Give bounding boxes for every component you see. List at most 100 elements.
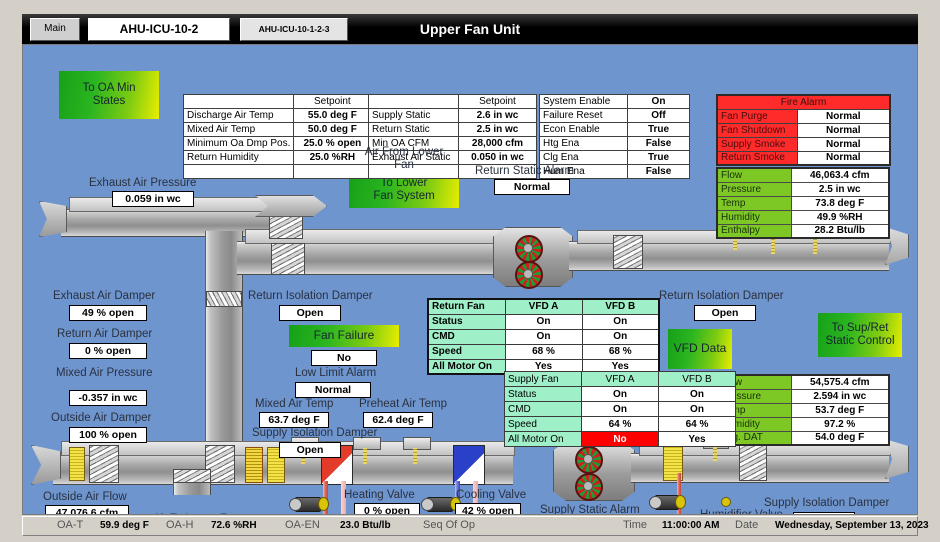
sp2-name-1: Return Static	[369, 123, 459, 137]
exhaust-air-pressure-value[interactable]: 0.059 in wc	[112, 191, 194, 207]
sp2-value-0[interactable]: 2.6 in wc	[459, 109, 537, 123]
table-row: Status On On	[505, 387, 736, 402]
flag-value-1[interactable]: Off	[628, 109, 690, 123]
to-lower-fan-system-label: To Lower Fan System	[373, 177, 434, 203]
sp2-value-1[interactable]: 2.5 in wc	[459, 123, 537, 137]
status-oah-label: OA-H	[166, 519, 194, 531]
outside-air-flow-value[interactable]: 47,076.6 cfm	[45, 505, 129, 515]
table-row: System Enable On	[540, 95, 690, 109]
mixed-air-temp-label: Mixed Air Temp	[255, 398, 333, 410]
rfan-col-a: VFD A	[505, 299, 582, 314]
supply-isolation-damper-label-right: Supply Isolation Damper	[764, 497, 889, 509]
mixed-air-pressure-value[interactable]: -0.357 in wc	[69, 390, 147, 406]
supply-probe-1	[713, 447, 717, 461]
flag-value-3[interactable]: False	[628, 137, 690, 151]
outside-air-damper-graphic	[89, 445, 119, 483]
table-row: Supply Smoke Normal	[717, 137, 890, 151]
status-seq-of-op-label[interactable]: Seq Of Op	[423, 519, 475, 531]
exhaust-air-damper-value[interactable]: 49 % open	[69, 305, 147, 321]
status-date-label: Date	[735, 519, 758, 531]
sm-value-3: 97.2 %	[791, 417, 889, 431]
to-sup-ret-static-control-button[interactable]: To Sup/Ret Static Control	[818, 313, 902, 357]
rm-name-3: Humidity	[717, 210, 791, 224]
table-row: Return Static 2.5 in wc	[369, 123, 537, 137]
tab-main[interactable]: Main	[30, 18, 80, 41]
sfan-name-2: Speed	[505, 417, 582, 432]
to-oa-min-states-button[interactable]: To OA Min States	[59, 71, 159, 119]
fan-failure-value[interactable]: No	[311, 350, 377, 366]
outside-air-damper-label: Outside Air Damper	[51, 412, 151, 424]
humidifier-valve-knob	[675, 495, 686, 509]
fire-name-2: Supply Smoke	[717, 137, 797, 151]
table-row: Temp 53.7 deg F	[717, 403, 889, 417]
fire-name-3: Return Smoke	[717, 151, 797, 165]
sfan-name-3: All Motor On	[505, 432, 582, 447]
outside-air-flow-label: Outside Air Flow	[43, 491, 127, 503]
fan-failure-button[interactable]: Fan Failure	[289, 325, 399, 347]
return-isolation-damper-label-right: Return Isolation Damper	[659, 290, 784, 302]
supply-isolation-damper-value-left[interactable]: Open	[279, 442, 341, 458]
table-row: Discharge Air Temp 55.0 deg F	[184, 109, 371, 123]
rfan-b-1: On	[582, 329, 659, 344]
sp1-name-1: Mixed Air Temp	[184, 123, 294, 137]
sp2-value-3[interactable]: 0.050 in wc	[459, 151, 537, 165]
sm-value-2: 53.7 deg F	[791, 403, 889, 417]
fire-name-1: Fan Shutdown	[717, 123, 797, 137]
outside-air-hood	[31, 445, 61, 485]
exhaust-air-pressure-label: Exhaust Air Pressure	[89, 177, 196, 189]
rfan-a-0: On	[505, 314, 582, 329]
table-row: Failure Reset Off	[540, 109, 690, 123]
sfan-b-0: On	[659, 387, 736, 402]
rfan-name-1: CMD	[428, 329, 505, 344]
status-time-value: 11:00:00 AM	[662, 520, 719, 531]
duct-sensor-c	[403, 437, 431, 450]
fan-failure-label: Fan Failure	[314, 329, 375, 343]
sfan-b-1: On	[659, 402, 736, 417]
cooling-valve-eye	[421, 498, 434, 511]
ahu-graphic-screen: Upper Fan Unit Main AHU-ICU-10-2 AHU-ICU…	[0, 0, 940, 542]
flag-value-2[interactable]: True	[628, 123, 690, 137]
flag-value-0[interactable]: On	[628, 95, 690, 109]
heating-valve-value[interactable]: 0 % open	[354, 503, 420, 515]
flag-value-4[interactable]: True	[628, 151, 690, 165]
sfan-a-2: 64 %	[582, 417, 659, 432]
vfd-data-button[interactable]: VFD Data	[668, 329, 732, 369]
preheat-air-temp-label: Preheat Air Temp	[359, 398, 447, 410]
sm-value-4: 54.0 deg F	[791, 431, 889, 445]
tab-ahu-icu-10-2[interactable]: AHU-ICU-10-2	[88, 18, 230, 41]
sp2-value-2[interactable]: 28,000 cfm	[459, 137, 537, 151]
sfan-name-1: CMD	[505, 402, 582, 417]
table-row: Pressure 2.594 in wc	[717, 389, 889, 403]
supply-isolation-damper-value-right[interactable]: Open	[793, 512, 855, 515]
rfan-title: Return Fan	[428, 299, 505, 314]
cooling-valve-value[interactable]: 42 % open	[455, 503, 521, 515]
return-static-alarm-value[interactable]: Normal	[494, 179, 570, 195]
table-row: Pressure 2.5 in wc	[717, 182, 889, 196]
return-isolation-damper-graphic-3	[613, 235, 643, 269]
table-row: All Motor On No Yes	[505, 432, 736, 447]
low-limit-alarm-label: Low Limit Alarm	[295, 367, 376, 379]
table-row: Return Humidity 25.0 %RH	[184, 151, 371, 165]
sp1-value-0[interactable]: 55.0 deg F	[294, 109, 371, 123]
flag-value-5[interactable]: False	[628, 165, 690, 179]
sp1-value-1[interactable]: 50.0 deg F	[294, 123, 371, 137]
tab-ahu-icu-10-1-2-3[interactable]: AHU-ICU-10-1-2-3	[240, 18, 348, 41]
fire-value-3: Normal	[797, 151, 890, 165]
flag-name-0: System Enable	[540, 95, 628, 109]
return-isolation-damper-value-right[interactable]: Open	[694, 305, 756, 321]
outside-air-damper-value[interactable]: 100 % open	[69, 427, 147, 443]
low-limit-alarm-value[interactable]: Normal	[295, 382, 371, 398]
table-row: Supply Static 2.6 in wc	[369, 109, 537, 123]
return-isolation-damper-value-left[interactable]: Open	[279, 305, 341, 321]
sfan-b-2: 64 %	[659, 417, 736, 432]
mixed-air-temp-value[interactable]: 63.7 deg F	[259, 412, 329, 428]
rfan-a-1: On	[505, 329, 582, 344]
rfan-col-b: VFD B	[582, 299, 659, 314]
sp2-name-0: Supply Static	[369, 109, 459, 123]
rm-value-1: 2.5 in wc	[791, 182, 889, 196]
return-air-damper-value[interactable]: 0 % open	[69, 343, 147, 359]
preheat-air-temp-value[interactable]: 62.4 deg F	[363, 412, 433, 428]
rm-value-3: 49.9 %RH	[791, 210, 889, 224]
status-bar: OA-T 59.9 deg F OA-H 72.6 %RH OA-EN 23.0…	[22, 516, 918, 536]
rfan-a-2: 68 %	[505, 344, 582, 359]
